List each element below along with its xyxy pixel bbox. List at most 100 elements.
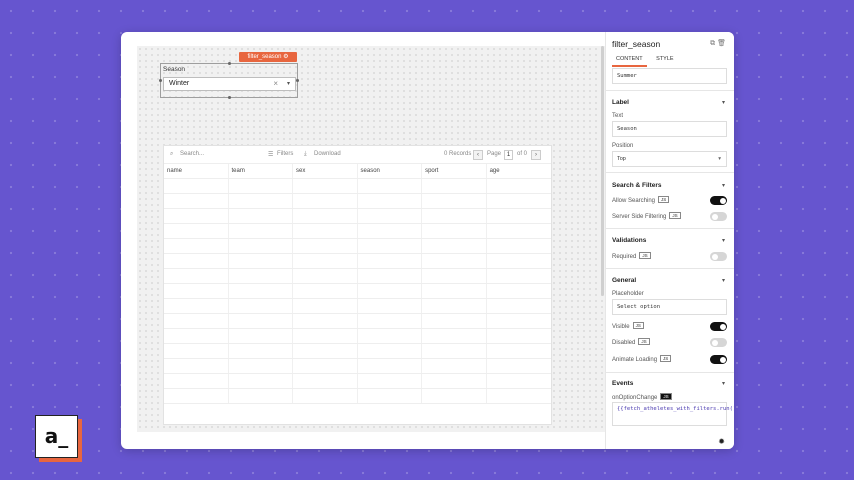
chevron-down-icon[interactable]: ▾ xyxy=(722,380,725,387)
table-search-input[interactable]: Search... xyxy=(180,151,204,157)
table-cell xyxy=(164,359,229,373)
select-label: Season xyxy=(163,66,186,73)
table-cell xyxy=(293,329,358,343)
prev-page-button[interactable]: ‹ xyxy=(473,150,483,160)
visible-label: Visible JS xyxy=(612,322,644,330)
table-row[interactable] xyxy=(164,344,551,359)
copy-icon[interactable]: ⧉ xyxy=(710,40,715,47)
allow-searching-toggle[interactable] xyxy=(710,196,727,205)
js-toggle[interactable]: JS xyxy=(639,252,651,259)
table-widget[interactable]: ⌕ Search... ☰ Filters ⤓ Download 0 Recor… xyxy=(163,145,552,425)
table-row[interactable] xyxy=(164,299,551,314)
table-cell xyxy=(358,329,423,343)
table-cell xyxy=(422,269,487,283)
column-header[interactable]: sport xyxy=(422,164,487,178)
js-toggle[interactable]: JS xyxy=(658,196,670,203)
visible-toggle[interactable] xyxy=(710,322,727,331)
validations-section: Validations ▾ Required JS xyxy=(606,228,734,268)
table-row[interactable] xyxy=(164,374,551,389)
resize-handle[interactable] xyxy=(228,96,231,99)
table-cell xyxy=(164,389,229,403)
column-header[interactable]: name xyxy=(164,164,229,178)
resize-handle[interactable] xyxy=(296,79,299,82)
column-header[interactable]: age xyxy=(487,164,551,178)
filters-button[interactable]: Filters xyxy=(277,151,293,157)
text-label: Text xyxy=(612,113,624,119)
disabled-toggle[interactable] xyxy=(710,338,727,347)
page-of: of 0 xyxy=(517,151,528,157)
table-row[interactable] xyxy=(164,224,551,239)
table-row[interactable] xyxy=(164,329,551,344)
table-row[interactable] xyxy=(164,179,551,194)
tab-content[interactable]: CONTENT xyxy=(612,56,647,67)
table-row[interactable] xyxy=(164,314,551,329)
table-row[interactable] xyxy=(164,209,551,224)
gear-icon[interactable]: ✹ xyxy=(718,437,725,446)
chevron-down-icon[interactable]: ▾ xyxy=(722,277,725,284)
table-cell xyxy=(229,254,294,268)
allow-searching-label: Allow Searching JS xyxy=(612,196,670,204)
chevron-down-icon[interactable]: ▾ xyxy=(287,78,290,90)
animate-toggle[interactable] xyxy=(710,355,727,364)
table-cell xyxy=(358,224,423,238)
delete-icon[interactable]: 🗑 xyxy=(717,40,726,47)
placeholder-field[interactable]: Select option xyxy=(612,299,727,315)
table-cell xyxy=(358,374,423,388)
table-cell xyxy=(422,374,487,388)
chevron-down-icon[interactable]: ▾ xyxy=(722,182,725,189)
widget-name-tag[interactable]: filter_season ⚙ xyxy=(239,52,297,62)
table-row[interactable] xyxy=(164,239,551,254)
chevron-down-icon[interactable]: ▾ xyxy=(722,99,725,106)
position-label: Position xyxy=(612,143,634,149)
resize-handle[interactable] xyxy=(159,79,162,82)
search-icon: ⌕ xyxy=(170,151,174,157)
js-toggle[interactable]: JS xyxy=(669,212,681,219)
column-header[interactable]: season xyxy=(358,164,423,178)
table-row[interactable] xyxy=(164,254,551,269)
js-toggle[interactable]: JS xyxy=(638,338,650,345)
table-row[interactable] xyxy=(164,389,551,404)
required-label: Required JS xyxy=(612,252,651,260)
canvas-scrollbar[interactable] xyxy=(601,46,604,296)
disabled-label: Disabled JS xyxy=(612,338,650,346)
js-toggle[interactable]: JS xyxy=(660,355,672,362)
table-cell xyxy=(358,209,423,223)
table-cell xyxy=(164,314,229,328)
js-toggle[interactable]: JS xyxy=(632,322,644,329)
resize-handle[interactable] xyxy=(228,62,231,65)
table-row[interactable] xyxy=(164,269,551,284)
position-select[interactable]: Top ▾ xyxy=(612,151,727,167)
label-text-field[interactable]: Season xyxy=(612,121,727,137)
next-page-button[interactable]: › xyxy=(531,150,541,160)
tab-style[interactable]: STYLE xyxy=(652,56,677,65)
property-pane: filter_season ⧉ 🗑 CONTENT STYLE Summer L… xyxy=(605,32,734,449)
chevron-down-icon[interactable]: ▾ xyxy=(722,237,725,244)
table-cell xyxy=(293,284,358,298)
table-cell xyxy=(422,389,487,403)
js-toggle[interactable]: JS xyxy=(660,393,672,400)
server-side-toggle[interactable] xyxy=(710,212,727,221)
download-button[interactable]: Download xyxy=(314,151,341,157)
table-cell xyxy=(422,329,487,343)
close-icon[interactable]: × xyxy=(273,78,278,90)
app-window: filter_season ⚙ Season Winter × ▾ ⌕ Sear… xyxy=(121,32,734,449)
required-toggle[interactable] xyxy=(710,252,727,261)
column-header[interactable]: team xyxy=(229,164,294,178)
table-cell xyxy=(293,224,358,238)
select-widget[interactable]: Season Winter × ▾ xyxy=(159,62,299,99)
table-cell xyxy=(293,374,358,388)
table-row[interactable] xyxy=(164,359,551,374)
table-row[interactable] xyxy=(164,194,551,209)
season-select[interactable]: Winter × ▾ xyxy=(163,77,296,91)
column-header[interactable]: sex xyxy=(293,164,358,178)
panel-title[interactable]: filter_season xyxy=(612,39,660,49)
default-value-field[interactable]: Summer xyxy=(612,68,727,84)
filter-icon: ☰ xyxy=(268,152,274,158)
on-option-change-code[interactable]: {{fetch_atheletes_with_filters.run()}} xyxy=(612,402,734,426)
table-cell xyxy=(293,299,358,313)
table-row[interactable] xyxy=(164,284,551,299)
page-number[interactable]: 1 xyxy=(504,150,513,160)
table-cell xyxy=(487,359,551,373)
events-section: Events ▾ onOptionChange JS {{fetch_athele… xyxy=(606,372,734,434)
table-cell xyxy=(164,344,229,358)
